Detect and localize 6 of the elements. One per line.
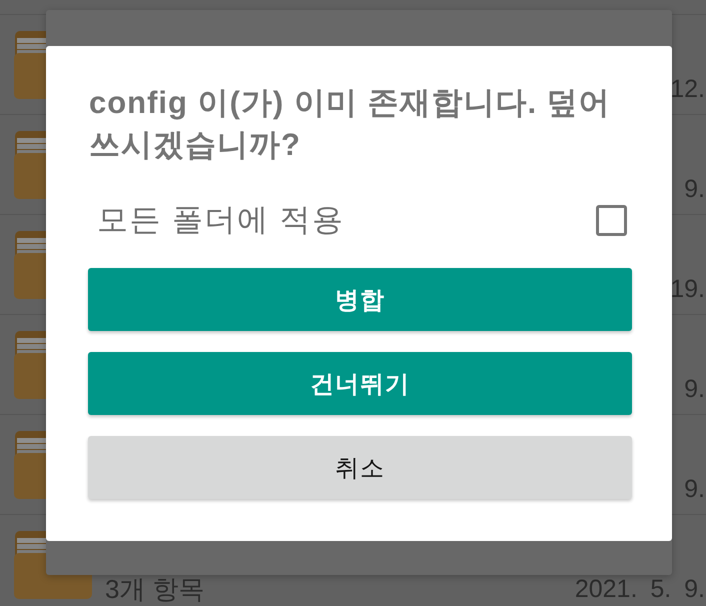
dialog-button[interactable]: 건너뛰기 <box>88 352 632 415</box>
checkbox[interactable] <box>596 204 627 236</box>
dialog-title: config 이(가) 이미 존재합니다. 덮어 쓰시겠습니까? <box>89 84 612 164</box>
dialog-button[interactable]: 취소 <box>88 436 632 499</box>
dialog-button[interactable]: 병합 <box>88 268 632 331</box>
checkbox-label: 모든 폴더에 적용 <box>97 201 345 239</box>
